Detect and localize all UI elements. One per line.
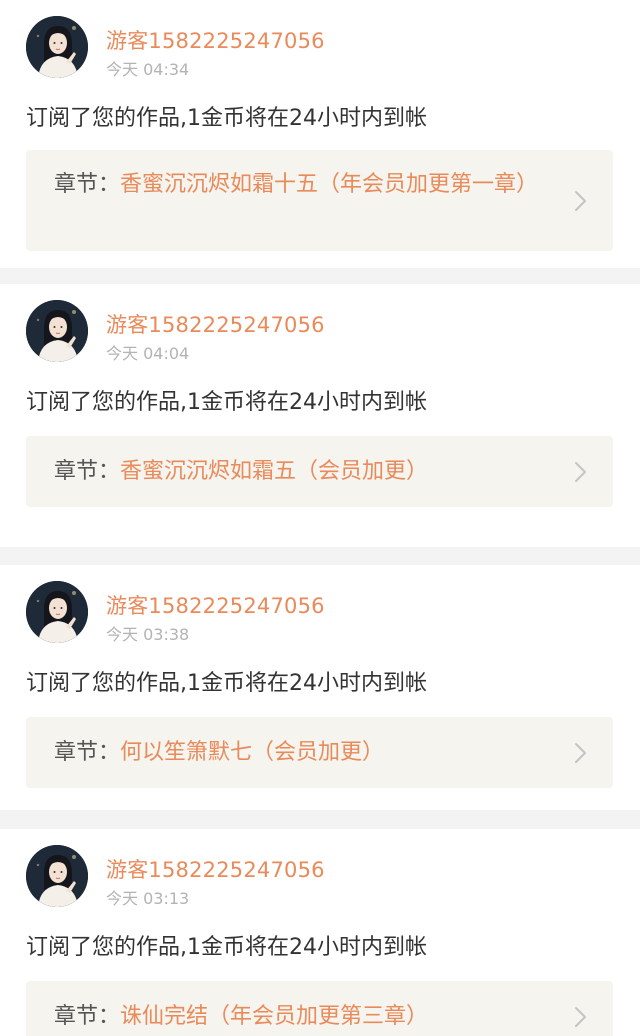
avatar-illustration-icon <box>26 300 88 362</box>
chapter-text: 章节：诛仙完结（年会员加更第三章） <box>54 1000 543 1033</box>
user-avatar[interactable] <box>26 581 88 643</box>
chapter-prefix: 章节： <box>54 459 121 484</box>
timestamp: 今天 03:38 <box>106 625 190 644</box>
username[interactable]: 游客1582225247056 <box>106 590 325 620</box>
chapter-link[interactable]: 章节：诛仙完结（年会员加更第三章） <box>26 981 613 1036</box>
chapter-title: 香蜜沉沉烬如霜五（会员加更） <box>120 459 429 484</box>
notification-card: 游客1582225247056 今天 03:13 订阅了您的作品,1金币将在24… <box>0 829 640 1036</box>
timestamp: 今天 04:34 <box>106 60 190 79</box>
avatar-illustration-icon <box>26 581 88 643</box>
notification-card: 游客1582225247056 今天 04:04 订阅了您的作品,1金币将在24… <box>0 284 640 547</box>
user-avatar[interactable] <box>26 300 88 362</box>
username[interactable]: 游客1582225247056 <box>106 25 325 55</box>
chapter-title: 诛仙完结（年会员加更第三章） <box>120 1004 429 1029</box>
timestamp: 今天 03:13 <box>106 889 190 908</box>
notification-message: 订阅了您的作品,1金币将在24小时内到帐 <box>26 106 427 131</box>
chevron-right-icon <box>575 191 586 211</box>
avatar-illustration-icon <box>26 16 88 78</box>
notification-message: 订阅了您的作品,1金币将在24小时内到帐 <box>26 390 427 415</box>
notification-feed: 游客1582225247056 今天 04:34 订阅了您的作品,1金币将在24… <box>0 0 640 1036</box>
chapter-prefix: 章节： <box>54 1004 121 1029</box>
chapter-link[interactable]: 章节：香蜜沉沉烬如霜五（会员加更） <box>26 436 613 507</box>
chapter-prefix: 章节： <box>54 740 121 765</box>
chapter-title: 香蜜沉沉烬如霜十五（年会员加更第一章） <box>120 172 539 197</box>
timestamp: 今天 04:04 <box>106 344 190 363</box>
avatar-illustration-icon <box>26 845 88 907</box>
notification-card: 游客1582225247056 今天 03:38 订阅了您的作品,1金币将在24… <box>0 565 640 810</box>
chapter-prefix: 章节： <box>54 172 121 197</box>
username[interactable]: 游客1582225247056 <box>106 854 325 884</box>
chapter-text: 章节：香蜜沉沉烬如霜五（会员加更） <box>54 455 543 488</box>
chevron-right-icon <box>575 743 586 763</box>
notification-message: 订阅了您的作品,1金币将在24小时内到帐 <box>26 671 427 696</box>
user-avatar[interactable] <box>26 845 88 907</box>
notification-message: 订阅了您的作品,1金币将在24小时内到帐 <box>26 935 427 960</box>
chapter-link[interactable]: 章节：香蜜沉沉烬如霜十五（年会员加更第一章） <box>26 150 613 251</box>
user-avatar[interactable] <box>26 16 88 78</box>
username[interactable]: 游客1582225247056 <box>106 309 325 339</box>
chapter-text: 章节：何以笙箫默七（会员加更） <box>54 736 543 769</box>
notification-card: 游客1582225247056 今天 04:34 订阅了您的作品,1金币将在24… <box>0 0 640 268</box>
chapter-link[interactable]: 章节：何以笙箫默七（会员加更） <box>26 717 613 788</box>
chevron-right-icon <box>575 1007 586 1027</box>
chapter-text: 章节：香蜜沉沉烬如霜十五（年会员加更第一章） <box>54 168 543 201</box>
chapter-title: 何以笙箫默七（会员加更） <box>120 740 385 765</box>
chevron-right-icon <box>575 462 586 482</box>
